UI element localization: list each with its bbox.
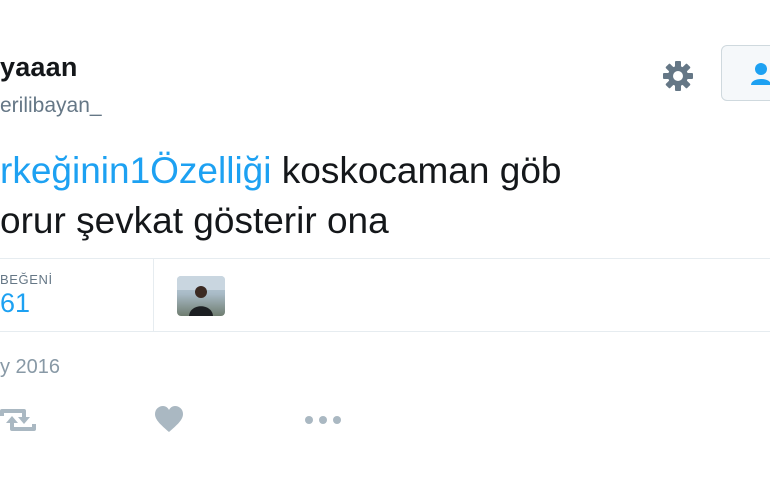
tweet-text-segment: koskocaman göb [271, 150, 562, 191]
avatar[interactable] [177, 276, 225, 316]
stats-divider-bottom [0, 331, 770, 332]
tweet-line-1: rkeğinin1Özelliği koskocaman göb [0, 146, 561, 196]
follow-user-icon [751, 63, 770, 85]
user-handle[interactable]: erilibayan_ [0, 94, 102, 118]
tweet-date[interactable]: y 2016 [0, 356, 60, 379]
heart-icon[interactable] [153, 404, 185, 436]
hashtag-link[interactable]: rkeğinin1Özelliği [0, 150, 271, 191]
likes-label: BEĞENİ [0, 272, 53, 287]
follow-button[interactable] [721, 45, 770, 101]
stats-divider-top [0, 258, 770, 259]
tweet-line-2: orur şevkat gösterir ona [0, 200, 389, 241]
stats-divider-vertical [153, 259, 154, 331]
tweet-text: rkeğinin1Özelliği koskocaman göb orur şe… [0, 146, 561, 246]
likes-count[interactable]: 61 [0, 288, 30, 319]
display-name[interactable]: yaaan [0, 52, 78, 83]
more-dots-icon[interactable] [303, 404, 343, 436]
retweet-icon[interactable] [0, 404, 36, 436]
gear-icon[interactable] [658, 56, 698, 96]
